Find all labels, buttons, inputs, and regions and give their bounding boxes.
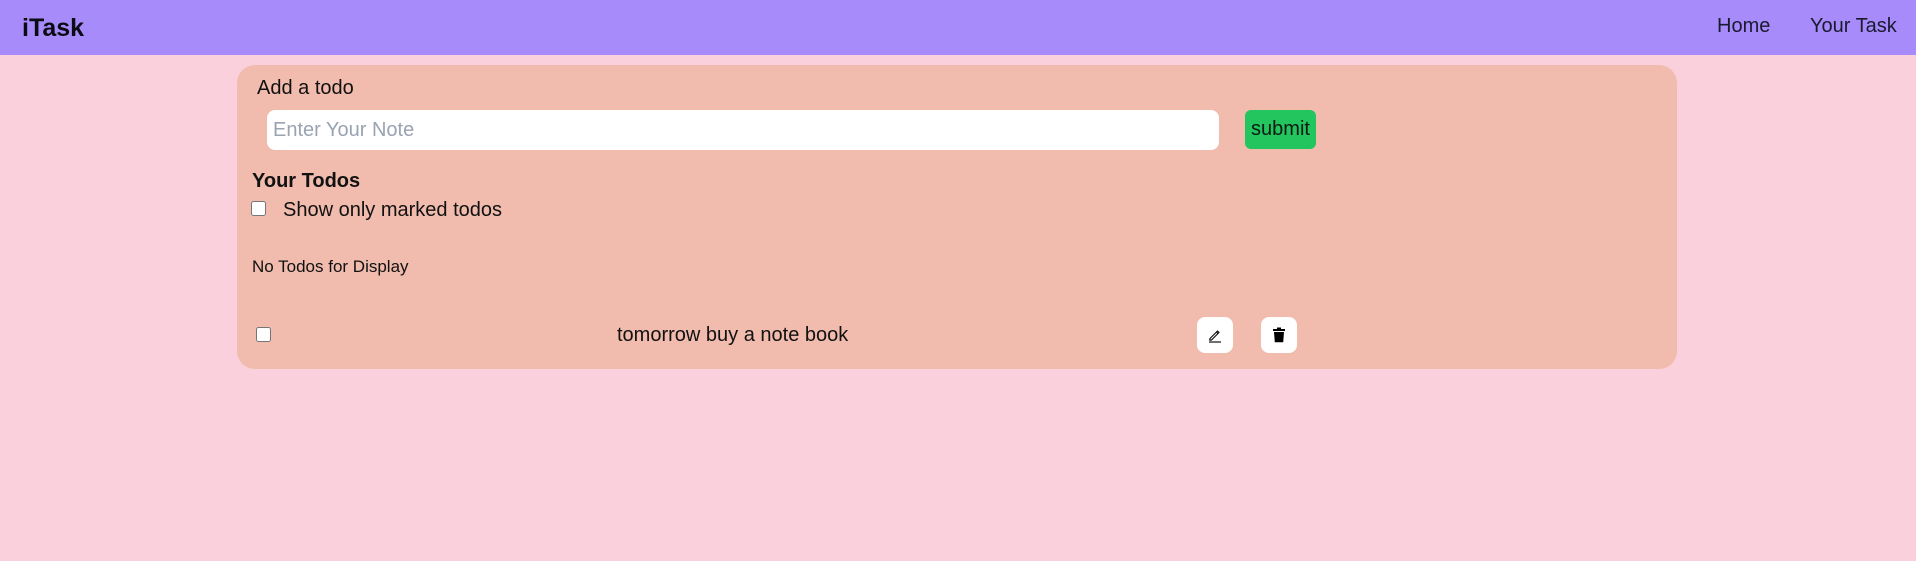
- pencil-icon: [1207, 327, 1223, 343]
- brand-logo[interactable]: iTask: [22, 13, 84, 43]
- show-marked-checkbox[interactable]: [251, 201, 266, 216]
- nav-link-your-task[interactable]: Your Task: [1810, 14, 1897, 38]
- note-input[interactable]: [267, 110, 1219, 150]
- empty-todos-message: No Todos for Display: [252, 257, 409, 276]
- edit-button[interactable]: [1197, 317, 1233, 353]
- todos-heading: Your Todos: [252, 170, 361, 192]
- navbar: iTask Home Your Task: [0, 0, 1916, 55]
- todo-card: Add a todo submit Your Todos Show only m…: [237, 65, 1677, 369]
- nav-link-home[interactable]: Home: [1717, 14, 1770, 38]
- add-todo-title: Add a todo: [257, 77, 354, 99]
- todo-item: tomorrow buy a note book: [237, 315, 1677, 355]
- delete-button[interactable]: [1261, 317, 1297, 353]
- show-marked-label: Show only marked todos: [283, 199, 503, 221]
- submit-button[interactable]: submit: [1245, 110, 1316, 149]
- todo-checkbox[interactable]: [256, 327, 271, 342]
- trash-icon: [1272, 327, 1286, 343]
- todo-text: tomorrow buy a note book: [617, 324, 849, 346]
